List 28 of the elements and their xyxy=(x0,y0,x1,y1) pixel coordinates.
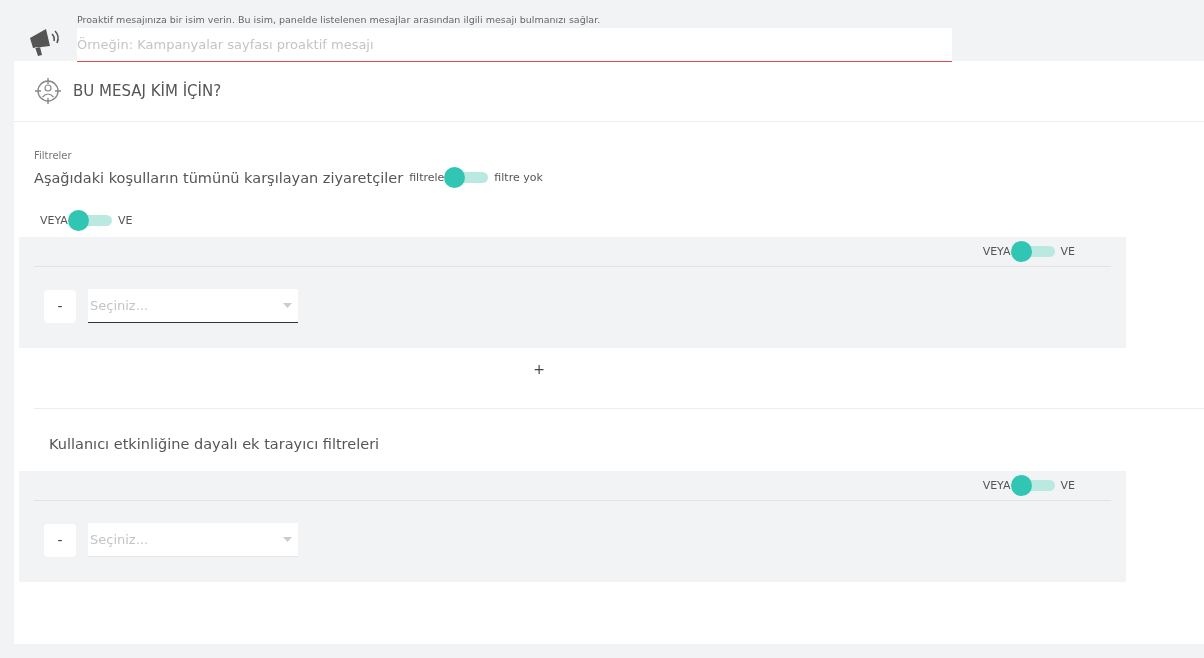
toggle-label: VE xyxy=(1060,479,1075,492)
toggle-thumb[interactable] xyxy=(67,210,89,231)
toggle-thumb[interactable] xyxy=(1010,475,1032,496)
toggle-switch[interactable] xyxy=(1010,241,1055,262)
section-title: BU MESAJ KİM İÇİN? xyxy=(73,82,222,100)
toggle-switch[interactable] xyxy=(67,210,112,231)
add-button[interactable]: + xyxy=(527,360,551,378)
remove-button[interactable]: - xyxy=(44,289,76,323)
toggle-label: filtrele xyxy=(409,171,445,184)
caret-icon xyxy=(283,303,292,308)
hint-text: Proaktif mesajınıza bir isim verin. Bu isim, panelde listelenen mesajlar arasından ilgili mesajı bulmanızı sağlar. xyxy=(77,14,602,25)
toggle-label: VEYA xyxy=(982,479,1011,492)
toggle-thumb[interactable] xyxy=(444,167,466,188)
toggle-label: VE xyxy=(1060,245,1075,258)
filters-heading: Aşağıdaki koşulların tümünü karşılayan ziyaretçiler xyxy=(34,169,404,186)
browser-filters-heading: Kullanıcı etkinliğine dayalı ek tarayıcı filtreleri xyxy=(49,436,381,452)
message-name-field[interactable]: Örneğin: Kampanyalar sayfası proaktif mesajı xyxy=(77,28,952,62)
toggle-switch[interactable] xyxy=(1010,475,1055,496)
toggle-thumb[interactable] xyxy=(1010,241,1032,262)
remove-button[interactable]: - xyxy=(44,523,76,557)
toggle-label: VEYA xyxy=(982,245,1011,258)
toggle-label: filtre yok xyxy=(494,171,543,184)
toggle-switch[interactable] xyxy=(444,167,489,188)
toggle-label: VEYA xyxy=(40,214,68,227)
caret-icon xyxy=(283,537,292,542)
target-person-icon xyxy=(34,77,62,105)
filters-caption: Filtreler xyxy=(34,150,73,161)
toggle-label: VE xyxy=(117,214,133,227)
